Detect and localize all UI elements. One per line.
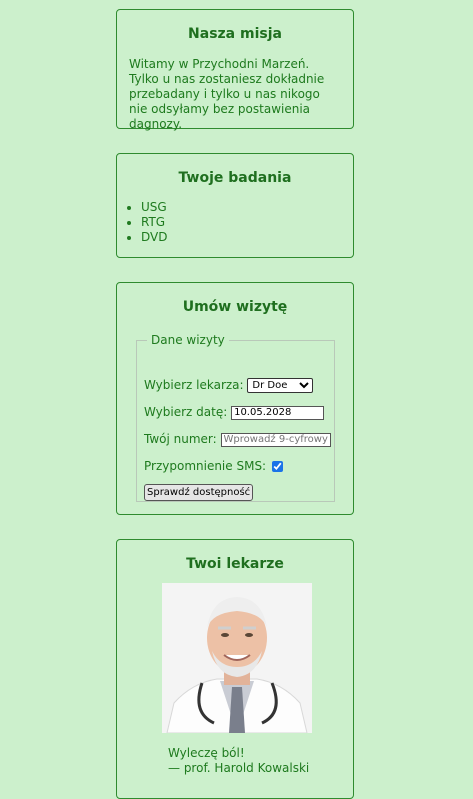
sms-label: Przypomnienie SMS: (144, 459, 267, 473)
phone-input[interactable] (220, 432, 331, 447)
doctor-quote: Wyleczę ból! — prof. Harold Kowalski (168, 746, 309, 776)
mission-card: Nasza misja Witamy w Przychodni Marzeń. … (116, 9, 354, 131)
date-row: Wybierz datę: (144, 405, 325, 420)
doctors-card: Twoi lekarze Wyleczę ból! — prof. Harold… (116, 539, 354, 799)
tests-list: USG RTG DVD (117, 200, 353, 245)
check-availability-button[interactable]: Sprawdź dostępność (144, 484, 254, 501)
mission-title: Nasza misja (188, 26, 282, 42)
mission-text: Witamy w Przychodni Marzeń. Tylko u nas … (129, 57, 325, 131)
list-item: DVD (141, 230, 353, 245)
tests-card: Twoje badania USG RTG DVD (116, 153, 354, 258)
date-label: Wybierz datę: (144, 405, 228, 419)
doctors-title: Twoi lekarze (186, 556, 284, 572)
quote-author: — prof. Harold Kowalski (168, 761, 310, 775)
visit-title: Umów wizytę (182, 299, 288, 315)
visit-legend: Dane wizyty (151, 333, 225, 347)
tests-title: Twoje badania (178, 170, 292, 186)
list-item: USG (141, 200, 353, 215)
list-item: RTG (141, 215, 353, 230)
sms-checkbox[interactable] (272, 461, 284, 472)
phone-row: Twój numer: (144, 432, 331, 447)
visit-card: Umów wizytę Dane wizyty Wybierz lekarza:… (116, 282, 354, 515)
date-field[interactable] (231, 405, 325, 420)
phone-label: Twój numer: (144, 432, 217, 446)
visit-fieldset: Dane wizyty Wybierz lekarza: Dr Doe Wybi… (136, 333, 335, 502)
doctor-select[interactable]: Dr Doe (247, 378, 314, 393)
doctor-row: Wybierz lekarza: Dr Doe (144, 378, 314, 393)
doctor-label: Wybierz lekarza: (144, 378, 244, 392)
doctor-photo (162, 583, 312, 733)
quote-text: Wyleczę ból! (168, 746, 245, 760)
sms-row: Przypomnienie SMS: (144, 459, 284, 473)
